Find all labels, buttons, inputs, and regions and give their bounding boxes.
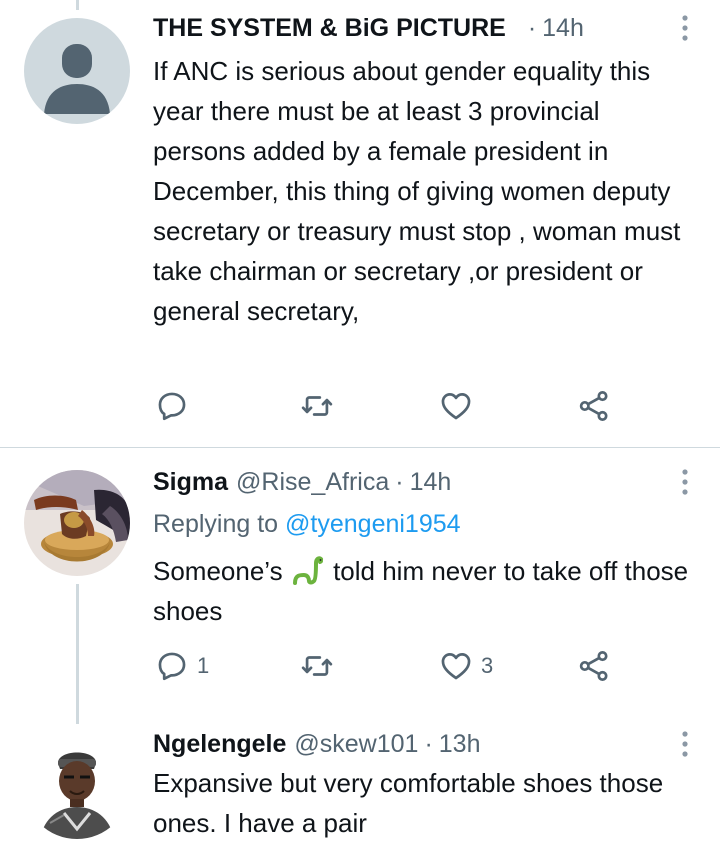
avatar-ngelengele[interactable] <box>24 733 130 839</box>
action-bar <box>153 386 633 426</box>
replying-prefix: Replying to <box>153 510 279 538</box>
timestamp[interactable]: 13h <box>439 730 481 759</box>
reply-count: 1 <box>197 653 210 678</box>
retweet-button[interactable] <box>299 646 335 686</box>
like-button[interactable] <box>439 386 473 426</box>
user-handle[interactable]: @Rise_Africa <box>236 468 389 497</box>
timestamp[interactable]: 14h <box>542 14 584 43</box>
tweet-header: Ngelengele @skew101 · 13h <box>153 725 700 763</box>
like-icon <box>441 393 471 420</box>
replying-to: Replying to @tyengeni1954 <box>153 510 461 539</box>
tweet-text-part-1: Someone’s <box>153 556 283 586</box>
tweet-text: If ANC is serious about gender equality … <box>153 56 681 326</box>
retweet-button[interactable] <box>299 386 335 426</box>
avatar-default[interactable] <box>24 18 130 124</box>
user-handle[interactable]: @skew101 <box>294 730 418 759</box>
separator-dot: · <box>395 467 404 496</box>
tweet-1[interactable]: THE SYSTEM & BiG PICTURE · 14h If ANC is… <box>0 0 720 447</box>
like-icon <box>441 653 471 680</box>
tweet-header: Sigma @Rise_Africa · 14h <box>153 463 700 501</box>
avatar-sigma[interactable] <box>24 470 130 576</box>
more-icon[interactable] <box>670 13 700 43</box>
reply-icon <box>158 652 186 681</box>
display-name[interactable]: Ngelengele <box>153 730 286 759</box>
thread-line <box>76 584 79 724</box>
share-button[interactable] <box>577 386 611 426</box>
tweet-header: THE SYSTEM & BiG PICTURE · 14h <box>153 9 700 47</box>
replying-to-link[interactable]: @tyengeni1954 <box>285 510 461 538</box>
tweet-text: Expansive but very comfortable shoes tho… <box>153 768 664 838</box>
display-name[interactable]: THE SYSTEM & BiG PICTURE <box>153 14 506 43</box>
more-icon[interactable] <box>670 729 700 759</box>
share-button[interactable] <box>577 646 611 686</box>
snake-icon <box>292 556 323 585</box>
reply-button[interactable] <box>155 386 189 426</box>
tweet-3[interactable]: Ngelengele @skew101 · 13h Expansive but … <box>0 725 720 848</box>
reply-icon <box>158 392 186 421</box>
retweet-icon <box>301 396 333 416</box>
reply-button[interactable]: 1 <box>155 646 209 686</box>
like-button[interactable]: 3 <box>439 646 493 686</box>
tweet-text: Someone’s told him never to take off tho… <box>153 551 696 631</box>
share-icon <box>579 651 608 681</box>
more-icon[interactable] <box>670 467 700 497</box>
like-count: 3 <box>481 653 494 678</box>
display-name[interactable]: Sigma <box>153 468 228 497</box>
action-bar: 1 3 <box>153 646 633 686</box>
separator-dot: · <box>424 729 433 758</box>
separator-dot: · <box>527 13 537 42</box>
timestamp[interactable]: 14h <box>410 468 452 497</box>
share-icon <box>579 391 608 421</box>
retweet-icon <box>301 656 333 676</box>
